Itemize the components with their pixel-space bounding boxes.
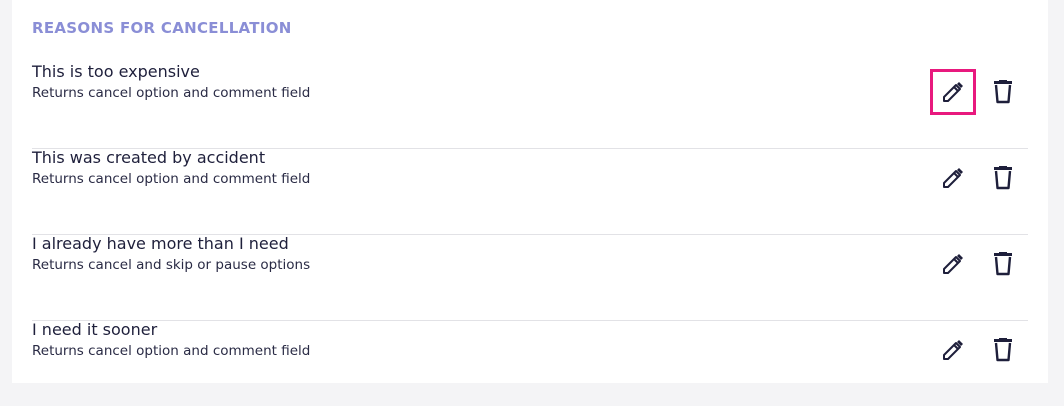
delete-button[interactable]	[988, 249, 1018, 279]
cancellation-reasons-panel: REASONS FOR CANCELLATION This is too exp…	[12, 0, 1048, 383]
reason-title: This is too expensive	[32, 62, 200, 81]
reason-item: I already have more than I need Returns …	[32, 234, 1028, 321]
edit-button[interactable]	[930, 69, 976, 115]
trash-icon	[994, 166, 1012, 190]
reason-item: This is too expensive Returns cancel opt…	[32, 62, 1028, 149]
pencil-icon	[943, 82, 963, 102]
reason-title: I need it sooner	[32, 320, 158, 339]
edit-button[interactable]	[938, 249, 968, 279]
delete-button[interactable]	[988, 77, 1018, 107]
section-title: REASONS FOR CANCELLATION	[32, 19, 292, 37]
pencil-icon	[943, 340, 963, 360]
edit-button[interactable]	[938, 163, 968, 193]
reason-description: Returns cancel and skip or pause options	[32, 257, 311, 273]
reason-title: This was created by accident	[32, 148, 266, 167]
trash-icon	[994, 80, 1012, 104]
reason-description: Returns cancel option and comment field	[32, 171, 311, 187]
trash-icon	[994, 338, 1012, 362]
delete-button[interactable]	[988, 163, 1018, 193]
reason-title: I already have more than I need	[32, 234, 289, 253]
edit-button[interactable]	[938, 335, 968, 365]
pencil-icon	[943, 168, 963, 188]
trash-icon	[994, 252, 1012, 276]
delete-button[interactable]	[988, 335, 1018, 365]
reason-item: This was created by accident Returns can…	[32, 148, 1028, 235]
reason-description: Returns cancel option and comment field	[32, 343, 311, 359]
pencil-icon	[943, 254, 963, 274]
reason-description: Returns cancel option and comment field	[32, 85, 311, 101]
reason-item: I need it sooner Returns cancel option a…	[32, 320, 1028, 406]
